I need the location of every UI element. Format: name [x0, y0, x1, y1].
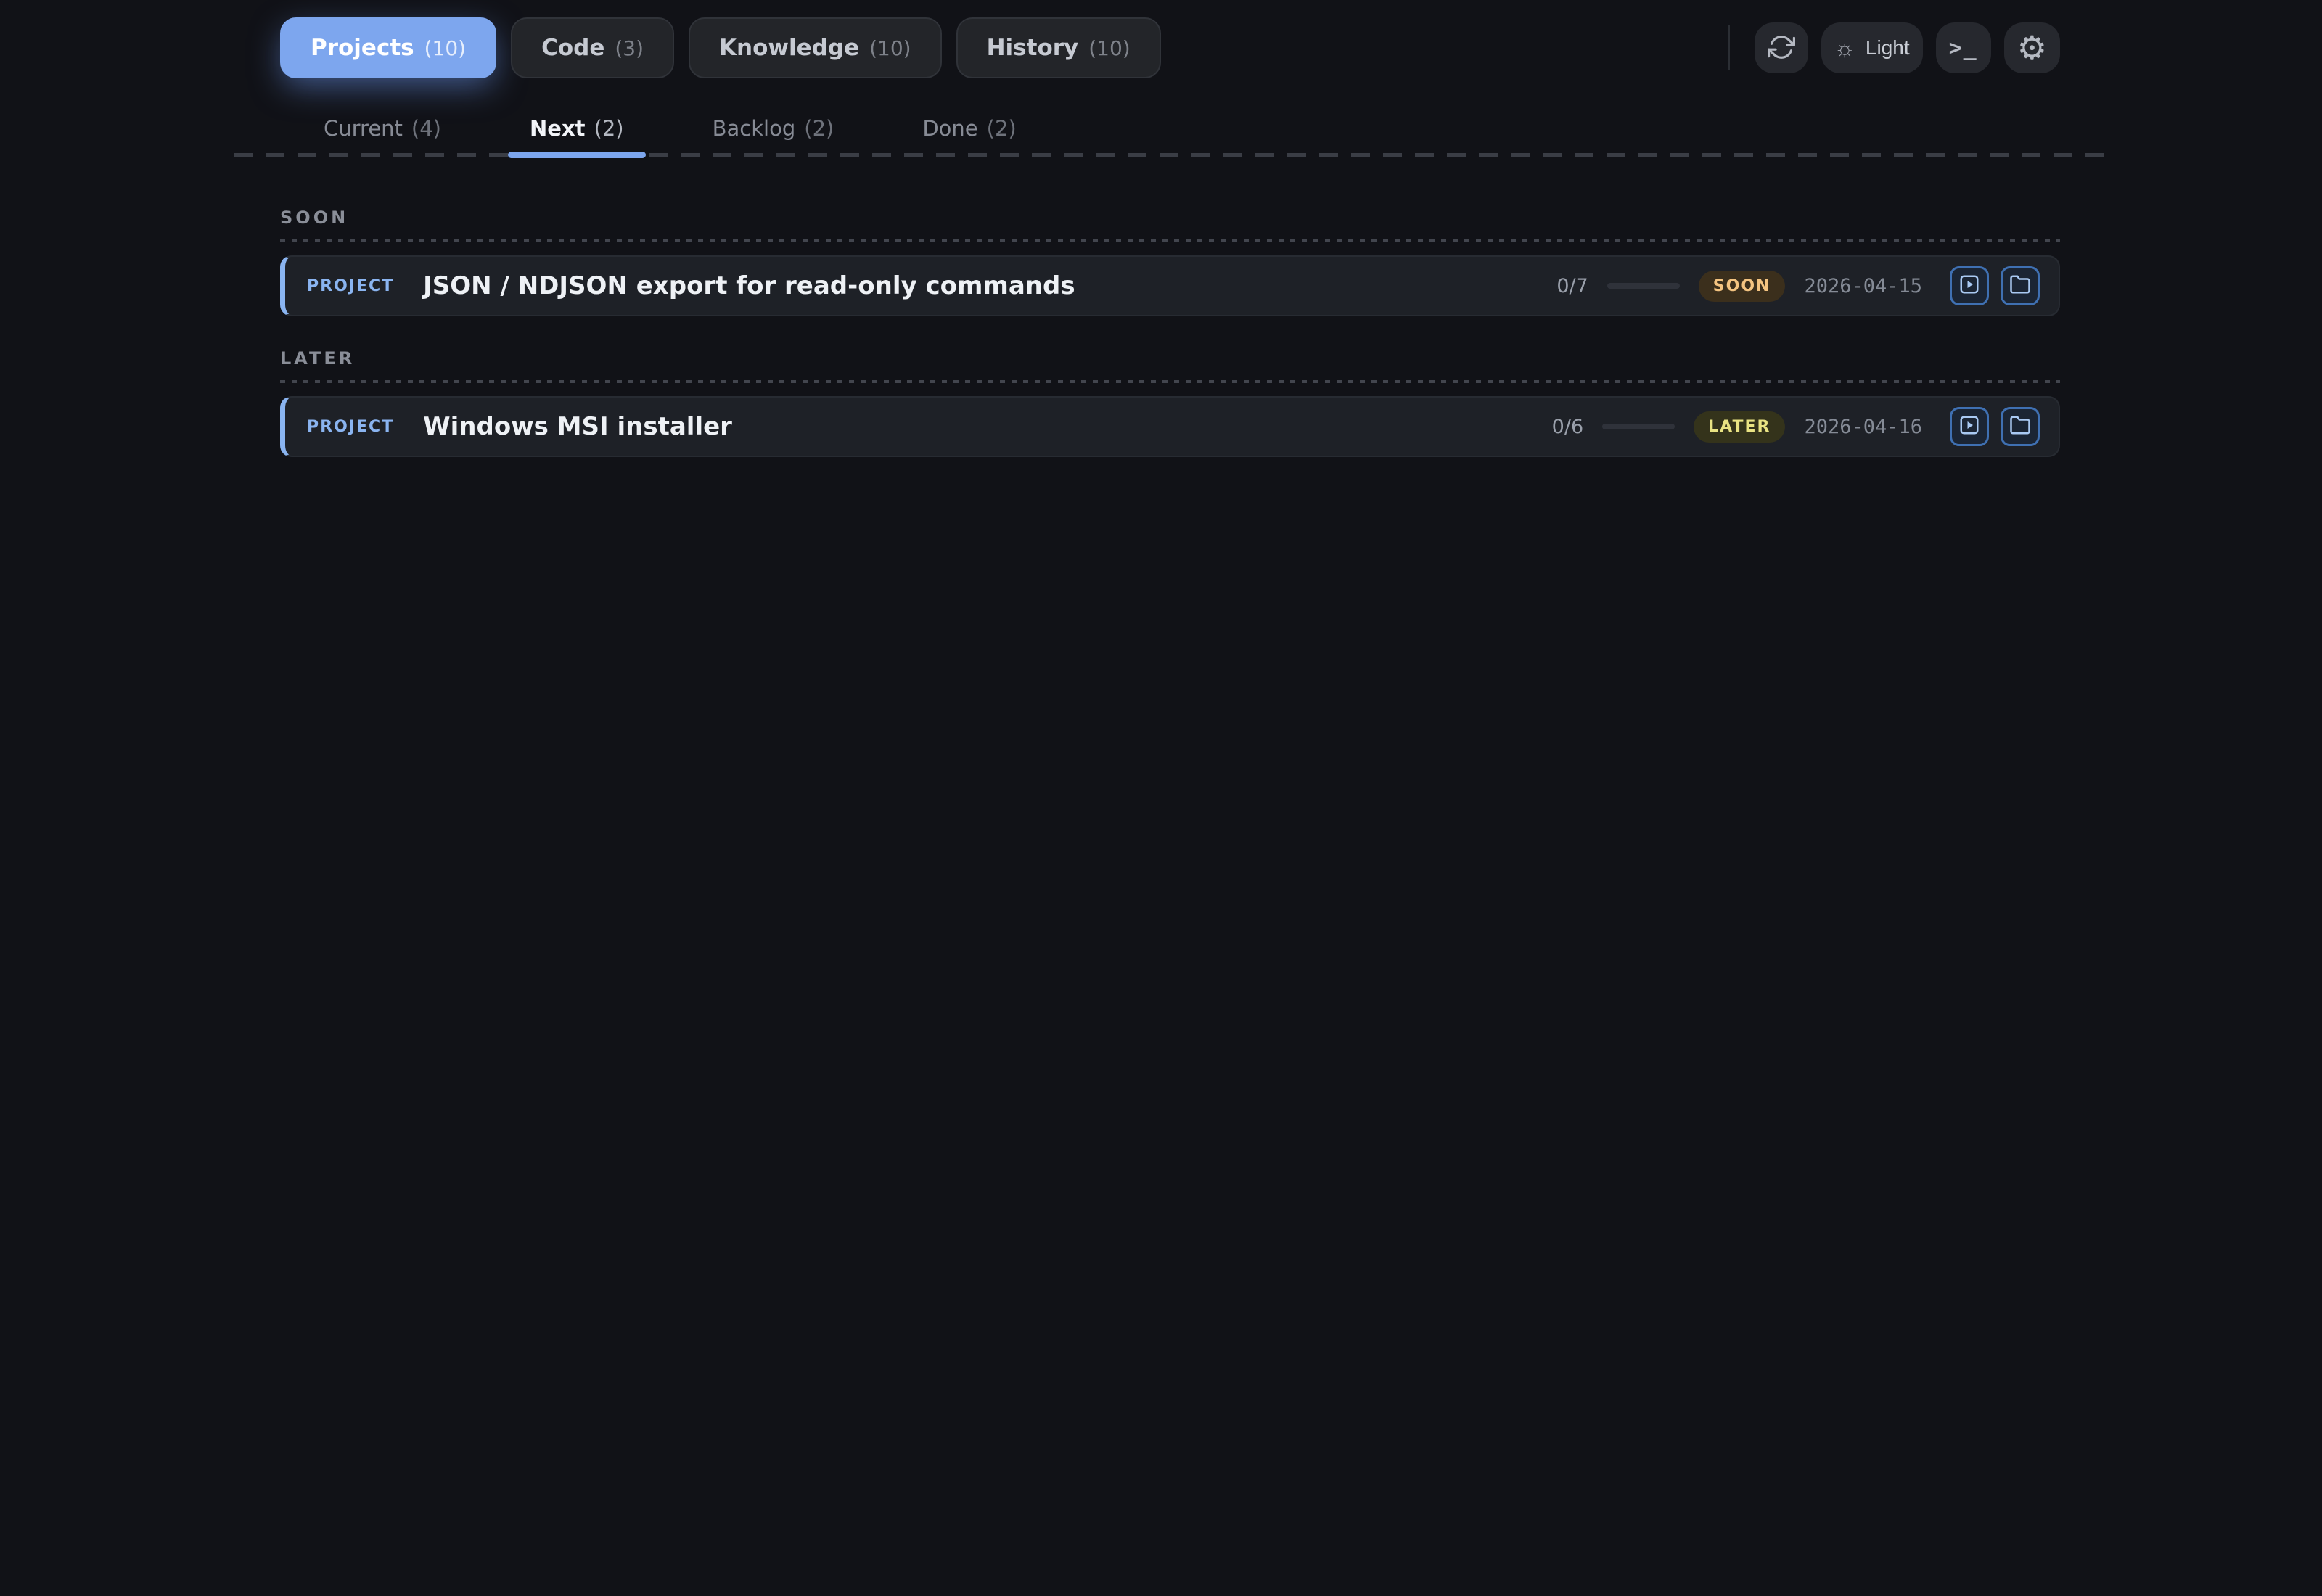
card-actions	[1950, 266, 2040, 305]
progress-count: 0/6	[1551, 415, 1584, 438]
card-title: Windows MSI installer	[423, 412, 732, 441]
project-card-msi-installer[interactable]: PROJECT Windows MSI installer 0/6 LATER …	[280, 396, 2060, 457]
tab-knowledge-count: (10)	[869, 36, 911, 60]
subtab-next-label: Next	[530, 116, 586, 141]
tab-knowledge[interactable]: Knowledge (10)	[689, 17, 942, 78]
card-right: 0/6 LATER 2026-04-16	[1552, 407, 2040, 446]
card-type-label: PROJECT	[307, 276, 395, 295]
tab-projects-label: Projects	[311, 35, 414, 61]
card-type-label: PROJECT	[307, 417, 395, 436]
gear-icon: ⚙	[2017, 29, 2047, 67]
terminal-button[interactable]: >_	[1935, 22, 1991, 73]
tab-projects-count: (10)	[424, 36, 467, 60]
subtab-current[interactable]: Current (4)	[302, 100, 463, 157]
play-square-icon	[1958, 414, 1980, 439]
subtab-next-count: (2)	[594, 116, 624, 141]
progress-bar	[1607, 283, 1680, 289]
run-project-button[interactable]	[1950, 407, 1989, 446]
play-square-icon	[1958, 273, 1980, 298]
tab-code[interactable]: Code (3)	[511, 17, 675, 78]
project-sections: SOON PROJECT JSON / NDJSON export for re…	[232, 207, 2108, 457]
project-card-json-export[interactable]: PROJECT JSON / NDJSON export for read-on…	[280, 255, 2060, 316]
controls-divider	[1727, 25, 1730, 70]
top-bar: Projects (10) Code (3) Knowledge (10) Hi…	[232, 0, 2108, 78]
progress-count: 0/7	[1556, 274, 1588, 297]
card-date: 2026-04-15	[1804, 274, 1922, 297]
tab-history-count: (10)	[1088, 36, 1131, 60]
refresh-icon	[1767, 33, 1795, 63]
progress-bar	[1602, 424, 1675, 429]
main-tab-bar: Projects (10) Code (3) Knowledge (10) Hi…	[280, 17, 1161, 78]
subtab-current-count: (4)	[411, 116, 442, 141]
subtab-backlog-count: (2)	[804, 116, 834, 141]
settings-button[interactable]: ⚙	[2003, 22, 2060, 73]
tab-history-label: History	[986, 35, 1079, 61]
folder-icon	[2009, 414, 2031, 439]
subtab-next[interactable]: Next (2)	[508, 100, 646, 158]
subtab-done-count: (2)	[986, 116, 1017, 141]
tab-code-label: Code	[541, 35, 605, 61]
refresh-button[interactable]	[1754, 22, 1808, 73]
card-right: 0/7 SOON 2026-04-15	[1556, 266, 2040, 305]
open-folder-button[interactable]	[2001, 266, 2040, 305]
section-divider	[280, 239, 2060, 242]
theme-toggle-label: Light	[1865, 36, 1910, 59]
top-controls: ☼ Light >_ ⚙	[1727, 22, 2060, 73]
subtab-backlog[interactable]: Backlog (2)	[691, 100, 856, 157]
tab-code-count: (3)	[615, 36, 644, 60]
run-project-button[interactable]	[1950, 266, 1989, 305]
subtab-bar: Current (4) Next (2) Backlog (2) Done (2…	[232, 100, 2108, 158]
section-soon: SOON PROJECT JSON / NDJSON export for re…	[280, 207, 2060, 316]
card-left: PROJECT JSON / NDJSON export for read-on…	[307, 271, 1075, 300]
subtab-done-label: Done	[922, 116, 978, 141]
card-date: 2026-04-16	[1804, 415, 1922, 438]
theme-toggle-button[interactable]: ☼ Light	[1821, 22, 1923, 73]
subtab-done[interactable]: Done (2)	[901, 100, 1038, 157]
subtab-backlog-label: Backlog	[712, 116, 796, 141]
section-heading-later: LATER	[280, 348, 356, 369]
subtab-current-label: Current	[324, 116, 403, 141]
sun-icon: ☼	[1834, 35, 1855, 61]
section-later: LATER PROJECT Windows MSI installer 0/6 …	[280, 348, 2060, 457]
card-left: PROJECT Windows MSI installer	[307, 412, 732, 441]
tab-history[interactable]: History (10)	[956, 17, 1161, 78]
folder-icon	[2009, 273, 2031, 298]
status-badge: LATER	[1694, 411, 1786, 443]
card-actions	[1950, 407, 2040, 446]
page: Projects (10) Code (3) Knowledge (10) Hi…	[232, 0, 2108, 457]
card-title: JSON / NDJSON export for read-only comma…	[423, 271, 1075, 300]
tab-projects[interactable]: Projects (10)	[280, 17, 497, 78]
section-heading-soon: SOON	[280, 207, 349, 228]
section-divider	[280, 380, 2060, 383]
open-folder-button[interactable]	[2001, 407, 2040, 446]
status-badge: SOON	[1698, 270, 1786, 302]
terminal-icon: >_	[1948, 35, 1978, 61]
tab-knowledge-label: Knowledge	[719, 35, 860, 61]
